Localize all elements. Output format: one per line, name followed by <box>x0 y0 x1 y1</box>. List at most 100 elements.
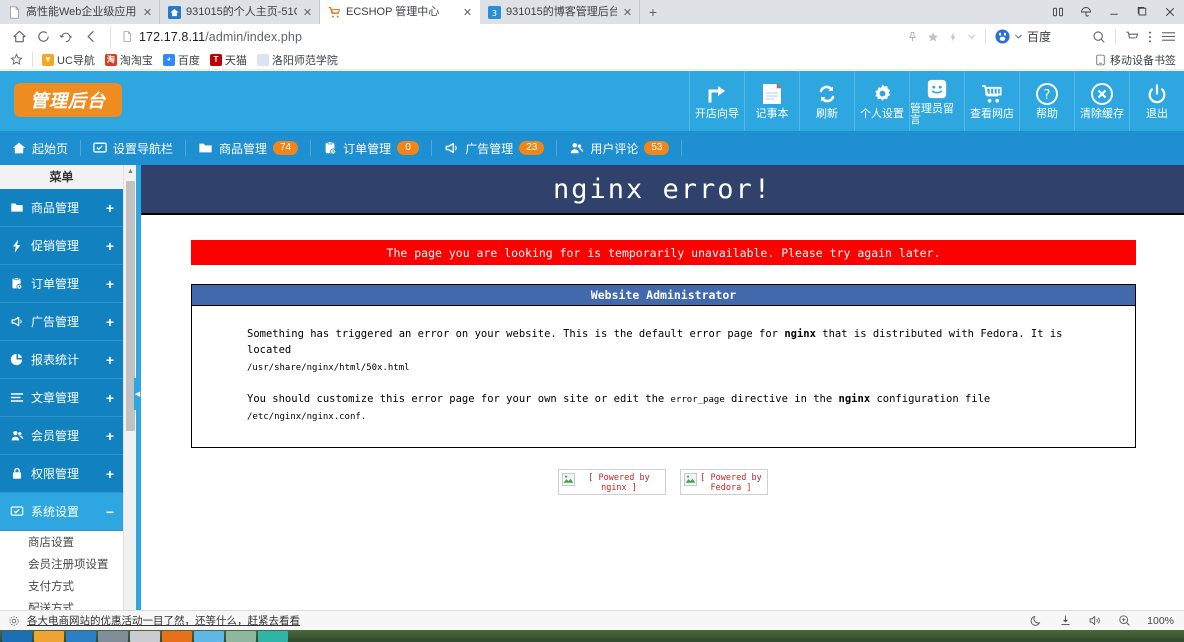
search-icon[interactable] <box>1092 30 1106 44</box>
expander-icon[interactable]: + <box>106 277 114 291</box>
toolbar-item-logout[interactable]: 退出 <box>1129 71 1184 131</box>
mobile-icon <box>1095 54 1106 66</box>
lightning-icon[interactable] <box>948 31 958 43</box>
sidebar-item-ads[interactable]: 广告管理 + <box>0 303 123 341</box>
cart-icon[interactable] <box>1125 30 1139 44</box>
toolbar-item-view-shop[interactable]: 查看网店 <box>964 71 1019 131</box>
bookmark-taobao[interactable]: 淘 淘淘宝 <box>100 52 158 68</box>
sidebar-sub-item-shop-settings[interactable]: 商店设置 <box>0 531 123 553</box>
expander-icon[interactable]: + <box>106 201 114 215</box>
reload-icon[interactable] <box>32 26 54 48</box>
maximize-button[interactable] <box>1128 0 1156 24</box>
toolbar-item-personal-settings[interactable]: 个人设置 <box>854 71 909 131</box>
back-icon[interactable] <box>80 26 102 48</box>
sidebar-sub-item-member-registration[interactable]: 会员注册项设置 <box>0 553 123 575</box>
nav-item-set-navbar[interactable]: 设置导航栏 <box>81 131 185 165</box>
new-tab-button[interactable]: + <box>640 0 666 24</box>
sidebar-item-promotion[interactable]: 促销管理 + <box>0 227 123 265</box>
chevron-down-icon[interactable] <box>967 32 976 41</box>
taskbar-icon[interactable] <box>66 630 96 642</box>
folder-icon <box>198 141 213 155</box>
tab-close-button[interactable]: ✕ <box>302 6 313 19</box>
zoom-in-icon[interactable] <box>1118 614 1131 627</box>
star-icon[interactable] <box>927 31 939 43</box>
tab-close-button[interactable]: ✕ <box>622 6 633 19</box>
taskbar-icon[interactable] <box>162 630 192 642</box>
sidebar-collapse-handle[interactable]: ◀ <box>134 378 141 410</box>
nav-badge: 53 <box>644 141 670 155</box>
taskbar-icon[interactable] <box>98 630 128 642</box>
expander-icon[interactable]: + <box>106 239 114 253</box>
bookmark-luoyang-normal-university[interactable]: 洛阳师范学院 <box>252 52 343 68</box>
search-engine-selector[interactable]: 百度 <box>995 28 1051 45</box>
broken-image-icon <box>683 473 697 487</box>
bookmark-tmall[interactable]: T 天猫 <box>205 52 252 68</box>
nav-item-order-management[interactable]: 订单管理 0 <box>311 131 431 165</box>
expander-icon[interactable]: + <box>106 429 114 443</box>
ecshop-logo[interactable]: 管理后台 <box>14 83 122 117</box>
powered-by-nginx-badge[interactable]: [ Powered by nginx ] <box>557 469 666 496</box>
taskbar-icon[interactable] <box>2 630 32 642</box>
sidebar-item-orders[interactable]: 订单管理 + <box>0 265 123 303</box>
url-bar[interactable]: 172.17.8.11/admin/index.php 百度 <box>110 25 1176 48</box>
hamburger-icon[interactable] <box>1161 30 1176 43</box>
taskbar-icon[interactable] <box>226 630 256 642</box>
more-vertical-icon[interactable] <box>1148 30 1152 44</box>
expander-icon[interactable]: + <box>106 315 114 329</box>
umbrella-icon[interactable] <box>1072 0 1100 24</box>
toolbar-item-admin-message[interactable]: 管理员留言 <box>909 71 964 131</box>
pin-icon[interactable] <box>907 31 918 43</box>
gear-small-icon[interactable] <box>8 615 20 627</box>
nav-item-ad-management[interactable]: 广告管理 23 <box>432 131 556 165</box>
toolbar-item-refresh[interactable]: 刷新 <box>799 71 854 131</box>
history-icon[interactable] <box>56 26 78 48</box>
para1-nginx: nginx <box>784 328 816 340</box>
toolbar-item-notepad[interactable]: 记事本 <box>744 71 799 131</box>
expander-icon[interactable]: − <box>106 505 114 519</box>
taskbar-icon[interactable] <box>130 630 160 642</box>
toolbar-item-setup-wizard[interactable]: 开店向导 <box>689 71 744 131</box>
powered-by-fedora-badge[interactable]: [ Powered by Fedora ] <box>679 469 768 496</box>
home-icon[interactable] <box>8 26 30 48</box>
moon-icon[interactable] <box>1030 614 1043 627</box>
nav-item-home[interactable]: 起始页 <box>0 131 80 165</box>
sidebar-item-articles[interactable]: 文章管理 + <box>0 379 123 417</box>
zoom-level[interactable]: 100% <box>1147 615 1174 627</box>
nav-item-user-comments[interactable]: 用户评论 53 <box>557 131 681 165</box>
expander-icon[interactable]: + <box>106 353 114 367</box>
monitor-icon <box>9 505 24 518</box>
mobile-bookmarks-folder[interactable]: 移动设备书签 <box>1095 52 1176 68</box>
expander-icon[interactable]: + <box>106 391 114 405</box>
browser-tab-4[interactable]: 3 931015的博客管理后台-51CT ✕ <box>480 0 640 24</box>
star-outline-icon[interactable] <box>8 53 28 66</box>
megaphone-icon <box>9 315 24 328</box>
sidebar-item-system-settings[interactable]: 系统设置 − <box>0 493 123 531</box>
close-button[interactable] <box>1156 0 1184 24</box>
browser-tab-1[interactable]: 高性能Web企业级应用实战-n ✕ <box>0 0 160 24</box>
taskbar-icon[interactable] <box>194 630 224 642</box>
tab-close-button[interactable]: ✕ <box>462 6 473 19</box>
sidebar-item-reports[interactable]: 报表统计 + <box>0 341 123 379</box>
volume-icon[interactable] <box>1088 614 1102 627</box>
status-message[interactable]: 各大电商网站的优惠活动一目了然，还等什么，赶紧去看看 <box>27 613 300 628</box>
browser-tab-2[interactable]: 931015的个人主页-51CTO技 ✕ <box>160 0 320 24</box>
sidebar-item-permissions[interactable]: 权限管理 + <box>0 455 123 493</box>
minimize-button[interactable] <box>1100 0 1128 24</box>
mobile-bookmarks-label: 移动设备书签 <box>1110 54 1176 67</box>
toolbar-item-help[interactable]: ? 帮助 <box>1019 71 1074 131</box>
taskbar-icon[interactable] <box>34 630 64 642</box>
nav-item-goods-management[interactable]: 商品管理 74 <box>186 131 310 165</box>
tab-close-button[interactable]: ✕ <box>142 6 153 19</box>
browser-tab-3-active[interactable]: ECSHOP 管理中心 ✕ <box>320 0 480 24</box>
taskbar-icon[interactable] <box>258 630 288 642</box>
generic-site-icon <box>256 53 269 66</box>
sidebar-item-members[interactable]: 会员管理 + <box>0 417 123 455</box>
split-view-icon[interactable] <box>1044 0 1072 24</box>
sidebar-item-goods[interactable]: 商品管理 + <box>0 189 123 227</box>
bookmark-baidu[interactable]: ◕ 百度 <box>158 52 205 68</box>
expander-icon[interactable]: + <box>106 467 114 481</box>
sidebar-sub-item-payment-methods[interactable]: 支付方式 <box>0 575 123 597</box>
toolbar-item-clear-cache[interactable]: 清除缓存 <box>1074 71 1129 131</box>
bookmark-uc-nav[interactable]: ▼ UC导航 <box>37 52 100 68</box>
download-icon[interactable] <box>1059 614 1072 627</box>
